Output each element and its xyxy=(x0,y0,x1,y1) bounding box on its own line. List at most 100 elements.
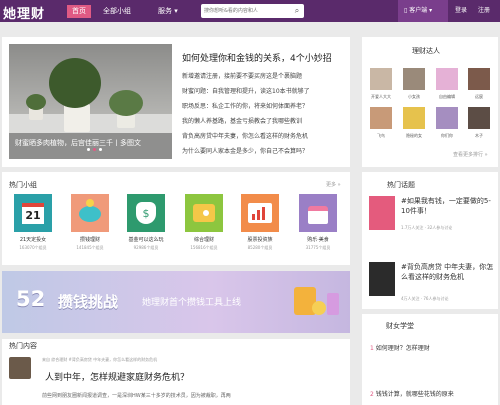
plant-leaves xyxy=(49,58,101,108)
search-icon[interactable]: ⌕ xyxy=(292,6,302,16)
avatar[interactable] xyxy=(468,68,490,90)
avatar[interactable] xyxy=(436,107,458,129)
group-count: 141845个组员 xyxy=(76,245,104,250)
group-card[interactable]: 股票投资族 85280个组员 xyxy=(240,194,280,251)
avatar[interactable] xyxy=(370,68,392,90)
expert-name[interactable]: 自由编辑 xyxy=(432,94,462,100)
login-link[interactable]: 登录 xyxy=(455,6,467,16)
experts-panel xyxy=(362,37,498,167)
avatar[interactable] xyxy=(403,68,425,90)
article-link[interactable]: 新增邀请注册，接前要不要买房这是个裹脑题 xyxy=(182,71,302,80)
plant-leaves xyxy=(109,90,143,116)
avatar[interactable] xyxy=(403,107,425,129)
topics-title: 热门话题 xyxy=(387,181,415,189)
expert-name[interactable]: 小女孩 xyxy=(399,94,429,100)
post-title[interactable]: 人到中年，怎样规避家庭财务危机？ xyxy=(45,370,189,383)
article-link[interactable]: 财蜜问题：自我管理和提升，读这10本书就够了 xyxy=(182,86,310,95)
article-link[interactable]: 背负高房贷中年夫妻，你怎么看这样的财务危机 xyxy=(182,131,308,140)
school-item-label: 钱钱计算，就哪些花钱的原来 xyxy=(375,391,454,398)
group-name: 攒钱理财 xyxy=(79,237,100,243)
carousel-dots[interactable] xyxy=(87,145,105,153)
carousel-dot[interactable] xyxy=(99,148,102,151)
carousel-dot-active[interactable] xyxy=(93,148,96,151)
nav-home[interactable]: 首页 xyxy=(67,5,91,18)
expert-name[interactable]: 隐秘的女 xyxy=(399,133,429,139)
avatar[interactable] xyxy=(468,107,490,129)
wallet-icon xyxy=(185,194,223,232)
group-name: 综合理财 xyxy=(193,237,214,243)
article-link[interactable]: 我的懒人养基路，基金亏损教会了我哪些教训 xyxy=(182,116,302,125)
expert-name[interactable]: 木子 xyxy=(464,133,494,139)
banner-subtitle: 她理财首个攒钱工具上线 xyxy=(142,298,242,308)
avatar[interactable] xyxy=(370,107,392,129)
site-logo[interactable]: 她理财 xyxy=(3,3,45,22)
expert-name[interactable]: 远宸 xyxy=(464,94,494,100)
banner-title: 攒钱挑战 xyxy=(58,293,119,311)
groups-title: 热门小组 xyxy=(9,181,37,189)
search-box: ⌕ xyxy=(201,4,304,18)
experts-title: 理财达人 xyxy=(412,47,440,55)
expert-name[interactable]: 开爱人大大 xyxy=(366,94,396,100)
school-item[interactable]: 1 如何理财？怎样理财 xyxy=(370,343,430,352)
experts-more-link[interactable]: 查看更多排行 » xyxy=(453,151,488,158)
group-card[interactable]: $ 基金可以这么玩 92986个组员 xyxy=(126,194,166,251)
topic-meta: 4万人关注 · 76人参与讨论 xyxy=(401,296,449,301)
expert-name[interactable]: 你们你 xyxy=(432,133,462,139)
school-item-label: 如何理财？怎样理财 xyxy=(375,345,430,352)
group-card[interactable]: 攒钱理财 141845个组员 xyxy=(70,194,110,251)
calendar-icon: 21 xyxy=(14,194,52,232)
banner-number: 52 xyxy=(16,287,46,311)
nav-services[interactable]: 服务 ▾ xyxy=(158,6,178,16)
register-link[interactable]: 注册 xyxy=(478,6,490,16)
nav-services-label: 服务 xyxy=(158,7,172,15)
chevron-down-icon: ▾ xyxy=(174,7,178,15)
group-name: 购乐·美食 xyxy=(307,237,329,243)
coin-stack-icon xyxy=(327,293,339,315)
article-link[interactable]: 为什么要同人家本金是多少，你自己不会算吗？ xyxy=(182,146,308,155)
piggy-bank-icon xyxy=(71,194,109,232)
article-link[interactable]: 职场反思：私企工作的你，将来如何体面养老？ xyxy=(182,101,308,110)
avatar[interactable] xyxy=(436,68,458,90)
savings-challenge-banner[interactable]: 52 攒钱挑战 她理财首个攒钱工具上线 xyxy=(2,271,350,333)
list-number: 2 xyxy=(370,391,374,398)
carousel-dot[interactable] xyxy=(87,148,90,151)
topic-image[interactable] xyxy=(369,262,395,296)
featured-carousel[interactable]: 财蜜晒多肉植物，后宫佳丽三千丨多图文 xyxy=(9,44,172,159)
group-name: 股票投资族 xyxy=(247,237,273,243)
phone-icon: ▯ xyxy=(404,7,408,14)
chevron-down-icon: ▾ xyxy=(429,7,433,14)
group-count: 163070个组员 xyxy=(19,245,47,250)
plant-leaves xyxy=(26,94,46,110)
search-input[interactable] xyxy=(201,4,289,18)
groups-more-link[interactable]: 更多 » xyxy=(326,181,341,188)
group-card[interactable]: 综合理财 156816个组员 xyxy=(184,194,224,251)
group-name: 基金可以这么玩 xyxy=(128,237,164,243)
school-item[interactable]: 2 钱钱计算，就哪些花钱的原来 xyxy=(370,389,454,398)
top-nav: 她理财 首页 全部小组 服务 ▾ ⌕ ▯ 客户端 ▾ 登录 注册 xyxy=(0,0,500,22)
nav-all-groups[interactable]: 全部小组 xyxy=(103,6,131,16)
topic-link[interactable]: #如果我有钱，一定要做的5-10件事！ xyxy=(401,196,495,216)
post-excerpt: 前些网到朋友圈新闻报道调查，一是深圳HW某三十多岁的技术员，因为被裁职，再两 xyxy=(42,393,231,399)
avatar[interactable] xyxy=(9,357,31,379)
group-card[interactable]: 购乐·美食 31775个组员 xyxy=(298,194,338,251)
client-label: 客户端 xyxy=(409,7,428,14)
topic-meta: 1.7万人关注 · 32人参与讨论 xyxy=(401,225,453,230)
hot-content-title: 热门内容 xyxy=(9,342,37,350)
topic-image[interactable] xyxy=(369,196,395,230)
money-bag-icon: $ xyxy=(127,194,165,232)
plant-pot xyxy=(64,104,90,132)
cake-icon xyxy=(299,194,337,232)
topic-link[interactable]: #背负高房贷 中年夫妻，你怎么看这样的财务危机 xyxy=(401,262,495,282)
group-count: 85280个组员 xyxy=(247,245,273,250)
school-title: 财女学堂 xyxy=(386,322,414,330)
group-count: 31775个组员 xyxy=(305,245,331,250)
post-meta: 来自 综合理财 #背负高房贷 中年夫妻，你怎么看这样的财务危机 xyxy=(42,357,158,362)
group-count: 156816个组员 xyxy=(190,245,218,250)
client-download-button[interactable]: ▯ 客户端 ▾ xyxy=(398,0,448,22)
expert-name[interactable]: 飞鸟 xyxy=(366,133,396,139)
list-number: 1 xyxy=(370,345,374,352)
featured-title[interactable]: 如何处理你和金钱的关系，4个小妙招 xyxy=(182,51,332,64)
group-name: 21天定投女 xyxy=(19,237,47,243)
group-count: 92986个组员 xyxy=(133,245,159,250)
group-card[interactable]: 21 21天定投女 163070个组员 xyxy=(13,194,53,251)
